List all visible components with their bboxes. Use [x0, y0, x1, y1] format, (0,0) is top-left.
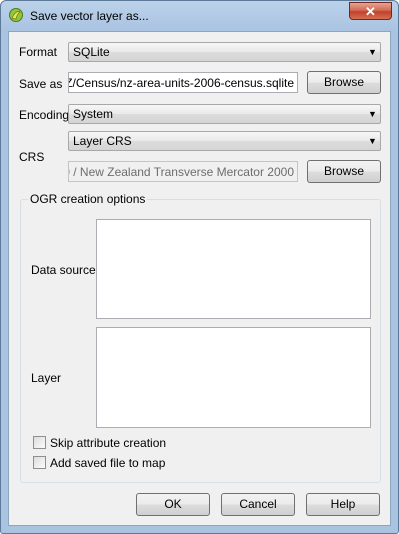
encoding-label: Encoding — [19, 108, 70, 122]
close-icon: ✕ — [365, 4, 376, 19]
layer-options-input[interactable] — [96, 327, 371, 428]
ogr-group-title: OGR creation options — [28, 192, 148, 206]
skip-attribute-checkbox[interactable]: Skip attribute creation — [33, 435, 233, 451]
close-button[interactable]: ✕ — [349, 2, 392, 20]
title-bar[interactable]: Save vector layer as... ✕ — [1, 1, 398, 31]
datasource-label: Data source — [31, 263, 96, 277]
crs-browse-button[interactable]: Browse — [307, 160, 381, 183]
crs-text-value: 000 / New Zealand Transverse Mercator 20… — [68, 165, 294, 179]
save-as-label: Save as — [19, 77, 63, 91]
add-to-map-label: Add saved file to map — [50, 456, 166, 470]
encoding-combo[interactable]: System ▼ — [68, 104, 381, 124]
ok-button[interactable]: OK — [136, 493, 210, 516]
crs-label: CRS — [19, 150, 45, 164]
save-as-value: /NZ/Census/nz-area-units-2006-census.sql… — [68, 76, 294, 90]
save-as-input[interactable]: /NZ/Census/nz-area-units-2006-census.sql… — [68, 72, 298, 93]
dialog-body: Format SQLite ▼ Save as /NZ/Census/nz-ar… — [8, 31, 391, 526]
add-to-map-checkbox[interactable]: Add saved file to map — [33, 455, 233, 471]
browse-button[interactable]: Browse — [307, 71, 381, 94]
layer-label: Layer — [31, 371, 62, 385]
format-label: Format — [19, 45, 58, 59]
window-title: Save vector layer as... — [30, 9, 149, 23]
chevron-down-icon: ▼ — [368, 47, 377, 57]
save-vector-dialog: Save vector layer as... ✕ Format SQLite … — [0, 0, 399, 534]
checkbox-box[interactable] — [33, 436, 46, 449]
checkbox-box[interactable] — [33, 456, 46, 469]
qgis-icon — [9, 8, 23, 22]
datasource-options-input[interactable] — [96, 219, 371, 319]
cancel-button[interactable]: Cancel — [221, 493, 295, 516]
format-value: SQLite — [73, 45, 110, 59]
ogr-options-group: OGR creation options Data source Layer S… — [20, 192, 381, 483]
chevron-down-icon: ▼ — [368, 136, 377, 146]
crs-text-field: 000 / New Zealand Transverse Mercator 20… — [68, 161, 298, 182]
format-combo[interactable]: SQLite ▼ — [68, 42, 381, 62]
encoding-value: System — [73, 107, 114, 121]
crs-combo[interactable]: Layer CRS ▼ — [68, 131, 381, 151]
skip-attribute-label: Skip attribute creation — [50, 436, 167, 450]
chevron-down-icon: ▼ — [368, 109, 377, 119]
crs-combo-value: Layer CRS — [73, 134, 132, 148]
help-button[interactable]: Help — [306, 493, 380, 516]
